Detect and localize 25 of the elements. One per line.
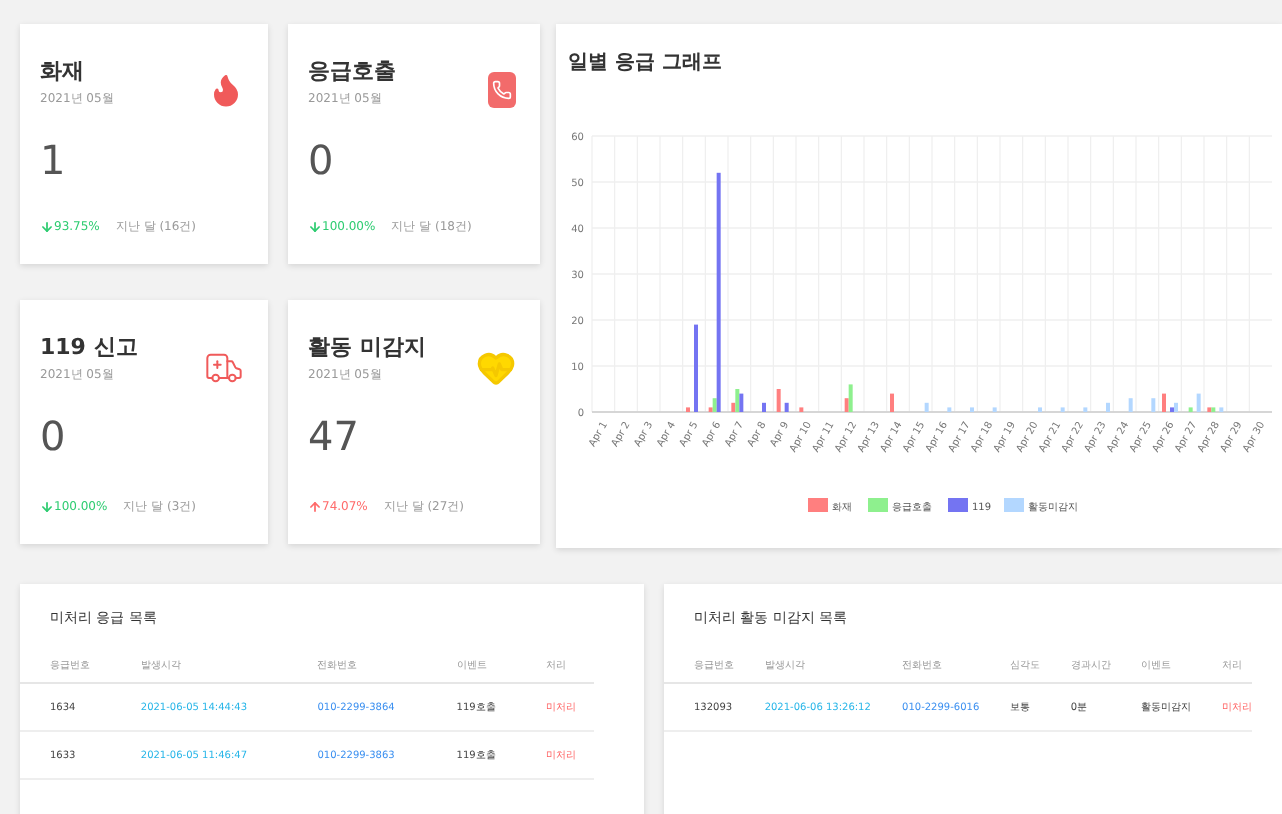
card-count: 1 [40, 136, 68, 184]
card-count: 47 [308, 412, 361, 460]
bar [776, 389, 781, 412]
bar [947, 407, 952, 412]
bar [1060, 407, 1065, 412]
card-title: 화재 [40, 56, 86, 86]
card-count: 0 [308, 136, 336, 184]
bar [924, 402, 929, 412]
chart-title: 일별 응급 그래프 [568, 50, 724, 76]
bar [1219, 407, 1224, 412]
bar [1188, 407, 1193, 412]
bar [799, 407, 804, 412]
bar [1196, 393, 1201, 412]
flame-icon [208, 72, 244, 108]
card-title: 응급호출 [308, 56, 398, 86]
card-title: 119 신고 [40, 332, 140, 362]
ambulance-icon [204, 348, 244, 388]
card-count: 0 [40, 412, 68, 460]
heart-pulse-icon [476, 348, 516, 388]
bar [1083, 407, 1088, 412]
bar [1128, 398, 1133, 412]
phone-icon [488, 72, 516, 108]
bar [1151, 398, 1156, 412]
bar [992, 407, 997, 412]
card-title: 활동 미감지 [308, 332, 428, 362]
